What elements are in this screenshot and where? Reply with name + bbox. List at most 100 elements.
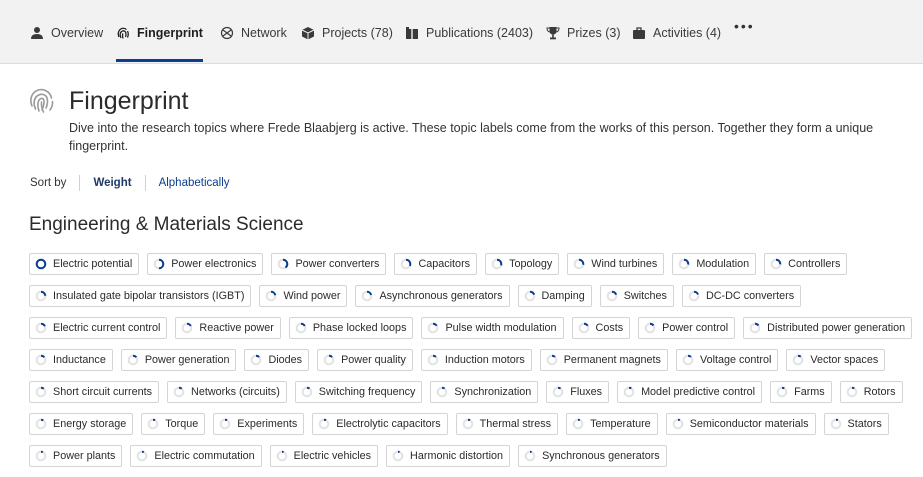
chip-label: Phase locked loops xyxy=(312,322,407,334)
tab-prizes[interactable]: Prizes (3) xyxy=(546,19,620,47)
concept-chip[interactable]: Power plants xyxy=(29,445,123,467)
chip-label: Electrolytic capacitors xyxy=(336,418,441,430)
concept-chip[interactable]: Induction motors xyxy=(420,349,532,371)
chip-label: Power generation xyxy=(144,354,230,366)
weight-ring-icon xyxy=(830,418,841,430)
tab-label: Activities (4) xyxy=(653,26,722,40)
chip-label: Controllers xyxy=(788,258,841,270)
concept-chip[interactable]: Synchronous generators xyxy=(518,445,667,467)
weight-ring-icon xyxy=(318,418,330,430)
chip-label: Experiments xyxy=(237,418,298,430)
weight-ring-icon xyxy=(462,418,473,430)
concept-chip[interactable]: Distributed power generation xyxy=(743,317,913,339)
concept-chip[interactable]: Thermal stress xyxy=(455,413,559,435)
concept-chip[interactable]: Short circuit currents xyxy=(29,381,160,403)
concept-chip[interactable]: Power electronics xyxy=(147,253,264,275)
concept-chip[interactable]: Phase locked loops xyxy=(288,317,414,339)
tab-fingerprint[interactable]: Fingerprint xyxy=(116,19,203,62)
chip-label: Wind power xyxy=(283,290,341,302)
concept-chip[interactable]: Vector spaces xyxy=(786,349,886,371)
chip-label: Wind turbines xyxy=(591,258,658,270)
chip-row: Electric potential Power electronics Power… xyxy=(29,253,909,277)
concept-chip[interactable]: Damping xyxy=(517,285,592,307)
weight-ring-icon xyxy=(770,258,782,270)
concept-chip[interactable]: Stators xyxy=(823,413,889,435)
tab-label: Fingerprint xyxy=(137,26,203,40)
concept-chip[interactable]: Experiments xyxy=(213,413,305,435)
concept-chip[interactable]: Capacitors xyxy=(394,253,478,275)
concept-chip[interactable]: Rotors xyxy=(839,381,903,403)
concept-chip[interactable]: Harmonic distortion xyxy=(386,445,511,467)
concept-chip[interactable]: Power generation xyxy=(120,349,237,371)
concept-chip[interactable]: Controllers xyxy=(764,253,848,275)
weight-ring-icon xyxy=(749,322,761,334)
weight-ring-icon xyxy=(35,258,47,270)
chip-label: Electric current control xyxy=(53,322,161,334)
chip-label: Vector spaces xyxy=(810,354,879,366)
concept-chip[interactable]: Wind power xyxy=(259,285,348,307)
sort-by-weight-link[interactable]: Weight xyxy=(93,177,131,189)
chip-label: Energy storage xyxy=(53,418,127,430)
weight-ring-icon xyxy=(173,386,185,398)
chip-label: Damping xyxy=(541,290,585,302)
concept-chip[interactable]: Permanent magnets xyxy=(539,349,668,371)
weight-ring-icon xyxy=(295,322,307,334)
tab-activities[interactable]: Activities (4) xyxy=(632,19,721,47)
concept-chip[interactable]: Pulse width modulation xyxy=(421,317,564,339)
weight-ring-icon xyxy=(35,354,47,366)
concept-chip[interactable]: Electrolytic capacitors xyxy=(312,413,448,435)
concept-chip[interactable]: Temperature xyxy=(566,413,658,435)
tab-publications[interactable]: Publications (2403) xyxy=(405,19,533,47)
concept-chip[interactable]: Electric commutation xyxy=(130,445,262,467)
concept-chip[interactable]: Fluxes xyxy=(546,381,610,403)
tab-network[interactable]: Network xyxy=(220,19,287,47)
concept-chip[interactable]: Farms xyxy=(770,381,832,403)
chip-label: Temperature xyxy=(590,418,651,430)
concept-chip[interactable]: Torque xyxy=(141,413,206,435)
concept-chip[interactable]: Insulated gate bipolar transistors (IGBT… xyxy=(29,285,252,307)
concept-chip[interactable]: Modulation xyxy=(672,253,757,275)
chip-row: Short circuit currents Networks (circuits… xyxy=(29,381,909,405)
concept-chip[interactable]: Voltage control xyxy=(675,349,779,371)
fingerprint-icon xyxy=(30,88,54,113)
concept-chip[interactable]: Electric current control xyxy=(29,317,168,339)
weight-ring-icon xyxy=(278,258,289,270)
weight-ring-icon xyxy=(437,386,448,398)
concept-chip[interactable]: Power quality xyxy=(317,349,413,371)
concept-chip[interactable]: Reactive power xyxy=(175,317,281,339)
concept-chip[interactable]: Semiconductor materials xyxy=(665,413,816,435)
weight-ring-icon xyxy=(846,386,857,398)
tab-label: Prizes (3) xyxy=(567,26,621,40)
concept-chip[interactable]: Energy storage xyxy=(29,413,134,435)
sort-alphabetically-link[interactable]: Alphabetically xyxy=(159,177,230,189)
concept-chip[interactable]: Electric potential xyxy=(29,253,140,275)
concept-chip[interactable]: Power converters xyxy=(271,253,387,275)
weight-ring-icon xyxy=(251,354,262,366)
concept-chip[interactable]: Inductance xyxy=(29,349,113,371)
concept-chip[interactable]: Wind turbines xyxy=(567,253,665,275)
concept-chip[interactable]: Asynchronous generators xyxy=(355,285,510,307)
concept-chip[interactable]: DC-DC converters xyxy=(681,285,802,307)
weight-ring-icon xyxy=(672,418,684,430)
concept-chip[interactable]: Switching frequency xyxy=(294,381,423,403)
chip-label: Switching frequency xyxy=(318,386,416,398)
concept-chip[interactable]: Topology xyxy=(485,253,560,275)
concept-chip[interactable]: Networks (circuits) xyxy=(167,381,287,403)
network-icon xyxy=(220,26,234,40)
sort-controls: Sort by Weight Alphabetically xyxy=(30,175,230,191)
concept-chip[interactable]: Model predictive control xyxy=(617,381,763,403)
chip-label: Distributed power generation xyxy=(767,322,906,334)
more-tabs-menu-icon[interactable]: ••• xyxy=(734,18,755,34)
concept-chip[interactable]: Electric vehicles xyxy=(269,445,379,467)
tab-projects[interactable]: Projects (78) xyxy=(301,19,393,47)
weight-ring-icon xyxy=(552,386,564,398)
concept-chip[interactable]: Switches xyxy=(599,285,674,307)
concept-chip[interactable]: Synchronization xyxy=(430,381,539,403)
concept-chip[interactable]: Power control xyxy=(638,317,736,339)
concept-chip[interactable]: Diodes xyxy=(244,349,310,371)
tab-overview[interactable]: Overview xyxy=(30,19,103,47)
chip-row: Power plants Electric commutation Electric… xyxy=(29,445,909,469)
chip-label: Power quality xyxy=(341,354,406,366)
fingerprint-icon xyxy=(117,27,129,39)
concept-chip[interactable]: Costs xyxy=(571,317,631,339)
